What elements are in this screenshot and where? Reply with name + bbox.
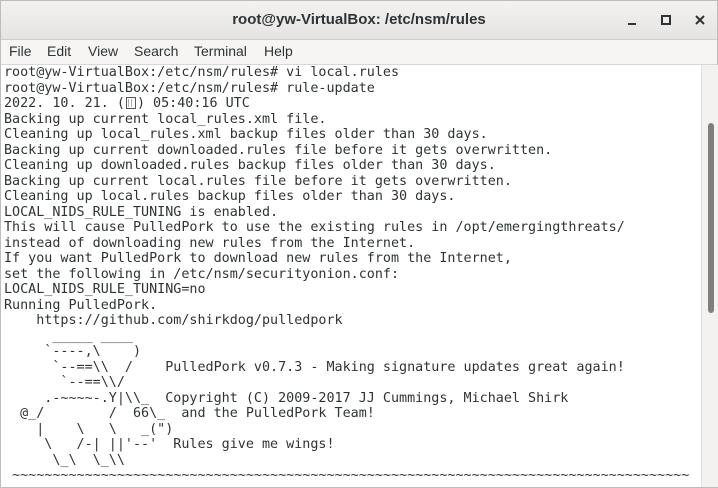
terminal-line: Running PulledPork.: [4, 297, 158, 313]
title-bar[interactable]: root@yw-VirtualBox: /etc/nsm/rules: [1, 1, 717, 40]
menu-help[interactable]: Help: [264, 43, 293, 59]
menu-search[interactable]: Search: [134, 43, 178, 59]
terminal-line: instead of downloading new rules from th…: [4, 235, 416, 251]
terminal-line: Backing up current downloaded.rules file…: [4, 142, 553, 158]
scrollbar-thumb[interactable]: [708, 123, 714, 313]
terminal-line: Cleaning up downloaded.rules backup file…: [4, 158, 496, 173]
terminal-line: set the following in /etc/nsm/securityon…: [4, 266, 400, 282]
terminal-line: Cleaning up local.rules backup files old…: [4, 189, 456, 204]
maximize-icon[interactable]: [655, 10, 677, 30]
ascii-art-line: .-~~~~-.Y|\\_ Copyright (C) 2009-2017 JJ…: [4, 390, 569, 406]
ascii-art-line: @_/ / 66\_ and the PulledPork Team!: [4, 406, 375, 421]
ascii-art-line: | \ \ _("): [4, 421, 174, 437]
terminal-line: root@yw-VirtualBox:/etc/nsm/rules# rule-…: [4, 80, 375, 96]
vertical-scrollbar[interactable]: [701, 65, 718, 487]
ascii-art-line: `--==\\/: [4, 375, 125, 390]
minimize-icon[interactable]: [621, 10, 643, 30]
date-prefix: 2022. 10. 21. (: [4, 96, 125, 111]
terminal-line: Backing up current local.rules file befo…: [4, 173, 512, 189]
ascii-art-line: ~~~~~~~~~~~~~~~~~~~~~~~~~~~~~~~~~~~~~~~~…: [4, 468, 690, 483]
ascii-art-line: `----,\ ): [4, 344, 142, 359]
terminal-line: Backing up current local_rules.xml file.: [4, 111, 327, 127]
terminal-line: This will cause PulledPork to use the ex…: [4, 220, 625, 235]
terminal-window: root@yw-VirtualBox: /etc/nsm/rules File …: [0, 0, 718, 488]
terminal-line: Cleaning up local_rules.xml backup files…: [4, 127, 488, 142]
terminal-output[interactable]: root@yw-VirtualBox:/etc/nsm/rules# vi lo…: [1, 65, 701, 487]
window-title: root@yw-VirtualBox: /etc/nsm/rules: [232, 11, 486, 28]
ascii-art-line: `--==\\ / PulledPork v0.7.3 - Making sig…: [4, 359, 625, 375]
terminal-line-date: 2022. 10. 21. ( ) 05:40:16 UTC: [4, 96, 250, 112]
menu-bar: File Edit View Search Terminal Help: [1, 40, 717, 65]
terminal-line: https://github.com/shirkdog/pulledpork: [4, 313, 343, 328]
menu-terminal[interactable]: Terminal: [194, 43, 247, 59]
menu-file[interactable]: File: [9, 43, 32, 59]
terminal-line: LOCAL_NIDS_RULE_TUNING=no: [4, 282, 206, 297]
box-glyph-icon: [125, 97, 136, 109]
terminal-line: LOCAL_NIDS_RULE_TUNING is enabled.: [4, 204, 279, 220]
ascii-art-line: \ /-| ||'--' Rules give me wings!: [4, 437, 335, 452]
menu-edit[interactable]: Edit: [47, 43, 71, 59]
menu-view[interactable]: View: [88, 43, 118, 59]
ascii-art-line: \_\ \_\\: [4, 452, 125, 468]
close-icon[interactable]: [689, 10, 711, 30]
terminal-line: If you want PulledPork to download new r…: [4, 251, 512, 266]
date-suffix: ) 05:40:16 UTC: [136, 96, 250, 111]
terminal-line: root@yw-VirtualBox:/etc/nsm/rules# vi lo…: [4, 65, 400, 80]
ascii-art-line: _____ ____: [4, 328, 133, 344]
